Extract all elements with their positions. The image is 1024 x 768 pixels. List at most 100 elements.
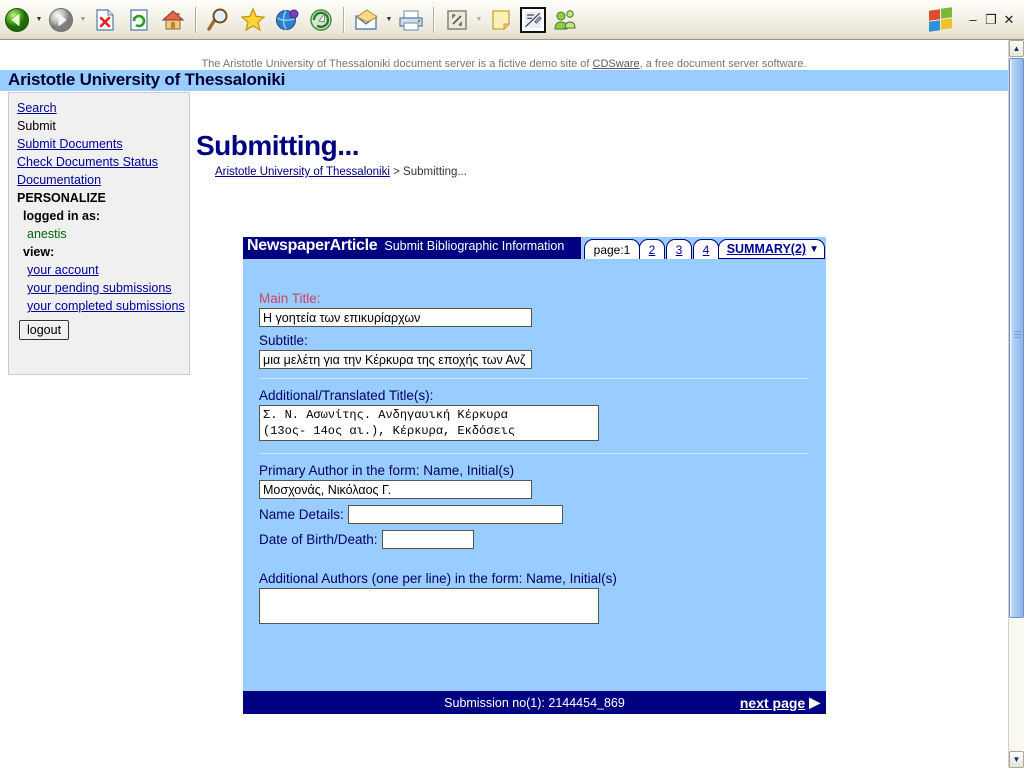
breadcrumb-root-link[interactable]: Aristotle University of Thessaloniki	[215, 166, 390, 178]
toolbar-separator-3	[433, 6, 435, 33]
tab-page-4-label[interactable]: 4	[703, 243, 710, 257]
scrollbar-grip	[1014, 331, 1021, 338]
notes-icon[interactable]	[486, 5, 516, 35]
back-dropdown-caret[interactable]: ▼	[34, 5, 44, 35]
home-icon[interactable]	[158, 5, 188, 35]
window-controls: – ❐ ✕	[928, 0, 1024, 40]
tab-page-2-label[interactable]: 2	[649, 243, 656, 257]
tab-page-3-label[interactable]: 3	[676, 243, 683, 257]
primary-author-label: Primary Author in the form: Name, Initia…	[259, 463, 515, 478]
site-banner-title: Aristotle University of Thessaloniki	[0, 70, 1008, 91]
scroll-up-button[interactable]: ▲	[1009, 40, 1024, 57]
date-of-birth-death-row: Date of Birth/Death:	[259, 530, 826, 549]
additional-authors-label: Additional Authors (one per line) in the…	[259, 571, 617, 586]
arrow-right-icon: ▶	[809, 694, 820, 710]
demo-site-note: The Aristotle University of Thessaloniki…	[0, 58, 1008, 70]
form-tab-bar: NewspaperArticle Submit Bibliographic In…	[243, 237, 826, 259]
sidebar-item-search-label[interactable]: Search	[17, 101, 57, 115]
sidebar-item-check-documents-status[interactable]: Check Documents Status	[17, 153, 189, 171]
submission-number: Submission no(1): 2144454_869	[444, 695, 625, 710]
chevron-up-icon: ▲	[1012, 44, 1021, 53]
chevron-down-icon: ▼	[809, 243, 819, 255]
logged-in-label: logged in as:	[23, 209, 101, 223]
forward-icon[interactable]	[46, 5, 76, 35]
bookmarks-star-icon[interactable]	[238, 5, 268, 35]
username-label: anestis	[27, 227, 67, 241]
scroll-down-button[interactable]: ▼	[1009, 751, 1024, 768]
logout-button[interactable]: logout	[19, 320, 70, 340]
personalize-heading: PERSONALIZE	[17, 191, 106, 205]
sidebar-item-check-documents-status-label[interactable]: Check Documents Status	[17, 155, 158, 169]
vertical-scrollbar[interactable]: ▲ ▼	[1008, 40, 1024, 768]
toolbar-separator-2	[343, 6, 345, 33]
additional-authors-textarea[interactable]	[259, 588, 599, 624]
cdsware-link[interactable]: CDSware	[593, 58, 640, 70]
sidebar-link-completed-submissions-label[interactable]: your completed submissions	[27, 299, 185, 313]
tab-page-4[interactable]: 4	[693, 239, 719, 259]
close-button[interactable]: ✕	[1000, 12, 1018, 28]
reload-icon[interactable]	[124, 5, 154, 35]
subtitle-label: Subtitle:	[259, 333, 308, 348]
form-doctype-label: NewspaperArticle	[247, 237, 378, 254]
separator-2	[259, 453, 809, 454]
breadcrumb-current: Submitting...	[403, 166, 467, 178]
breadcrumb: Aristotle University of Thessaloniki > S…	[215, 166, 467, 178]
date-of-birth-death-label: Date of Birth/Death:	[259, 532, 378, 547]
sidebar: Search Submit Submit Documents Check Doc…	[8, 92, 190, 375]
globe-icon[interactable]	[272, 5, 302, 35]
back-icon[interactable]	[2, 5, 32, 35]
mail-icon[interactable]	[352, 5, 382, 35]
fullscreen-dropdown-caret: ▼	[475, 16, 483, 23]
date-of-birth-death-input[interactable]	[381, 530, 474, 549]
additional-titles-label: Additional/Translated Title(s):	[259, 388, 434, 403]
page-title: Submitting...	[196, 130, 360, 161]
separator-1	[259, 378, 809, 379]
name-details-row: Name Details:	[259, 505, 826, 524]
main-title-input[interactable]	[259, 308, 532, 327]
messenger-icon[interactable]	[550, 5, 580, 35]
sidebar-link-your-account[interactable]: your account	[17, 261, 189, 279]
tab-page-1-label: page:1	[593, 242, 631, 257]
next-page-button[interactable]: next page ▶	[740, 694, 820, 711]
form-footer: Submission no(1): 2144454_869 next page …	[243, 691, 826, 714]
tab-summary[interactable]: SUMMARY(2) ▼	[717, 239, 825, 259]
scrollbar-thumb[interactable]	[1009, 58, 1024, 618]
stop-icon[interactable]	[90, 5, 120, 35]
subtitle-input[interactable]	[259, 350, 532, 369]
form-body: Main Title: Subtitle: Additional/Transla…	[243, 259, 826, 691]
sidebar-item-submit-label: Submit	[17, 119, 56, 133]
minimize-button[interactable]: –	[964, 12, 982, 27]
sidebar-link-your-account-label[interactable]: your account	[27, 263, 99, 277]
search-icon[interactable]	[204, 5, 234, 35]
mail-dropdown-caret[interactable]: ▼	[384, 5, 394, 35]
sidebar-link-completed-submissions[interactable]: your completed submissions	[17, 297, 189, 315]
primary-author-input[interactable]	[259, 480, 532, 499]
additional-titles-textarea[interactable]	[259, 405, 599, 441]
history-icon[interactable]	[306, 5, 336, 35]
tab-page-3[interactable]: 3	[666, 239, 692, 259]
page-content: The Aristotle University of Thessaloniki…	[0, 40, 1008, 768]
sidebar-item-documentation[interactable]: Documentation	[17, 171, 189, 189]
sidebar-link-pending-submissions-label[interactable]: your pending submissions	[27, 281, 172, 295]
form-header-title: NewspaperArticle Submit Bibliographic In…	[243, 237, 581, 259]
breadcrumb-separator: >	[389, 166, 404, 178]
tab-summary-label[interactable]: SUMMARY(2)	[727, 242, 806, 256]
toolbar-separator	[195, 6, 197, 33]
main-title-label: Main Title:	[259, 291, 321, 306]
browser-toolbar: ▼ ▼ ▼ ▼ – ❐ ✕	[0, 0, 1024, 40]
sidebar-item-submit-documents[interactable]: Submit Documents	[17, 135, 189, 153]
sidebar-item-search[interactable]: Search	[17, 99, 189, 117]
tab-page-2[interactable]: 2	[639, 239, 665, 259]
restore-button[interactable]: ❐	[982, 12, 1000, 28]
tab-page-1[interactable]: page:1	[584, 239, 640, 259]
sidebar-item-documentation-label[interactable]: Documentation	[17, 173, 101, 187]
edit-page-icon[interactable]	[520, 6, 546, 33]
name-details-label: Name Details:	[259, 507, 344, 522]
name-details-input[interactable]	[347, 505, 563, 524]
print-icon[interactable]	[396, 5, 426, 35]
demo-note-after: , a free document server software.	[639, 58, 807, 70]
sidebar-item-submit-documents-label[interactable]: Submit Documents	[17, 137, 123, 151]
sidebar-link-pending-submissions[interactable]: your pending submissions	[17, 279, 189, 297]
forward-dropdown-caret: ▼	[79, 16, 87, 23]
fullscreen-icon[interactable]	[442, 5, 472, 35]
